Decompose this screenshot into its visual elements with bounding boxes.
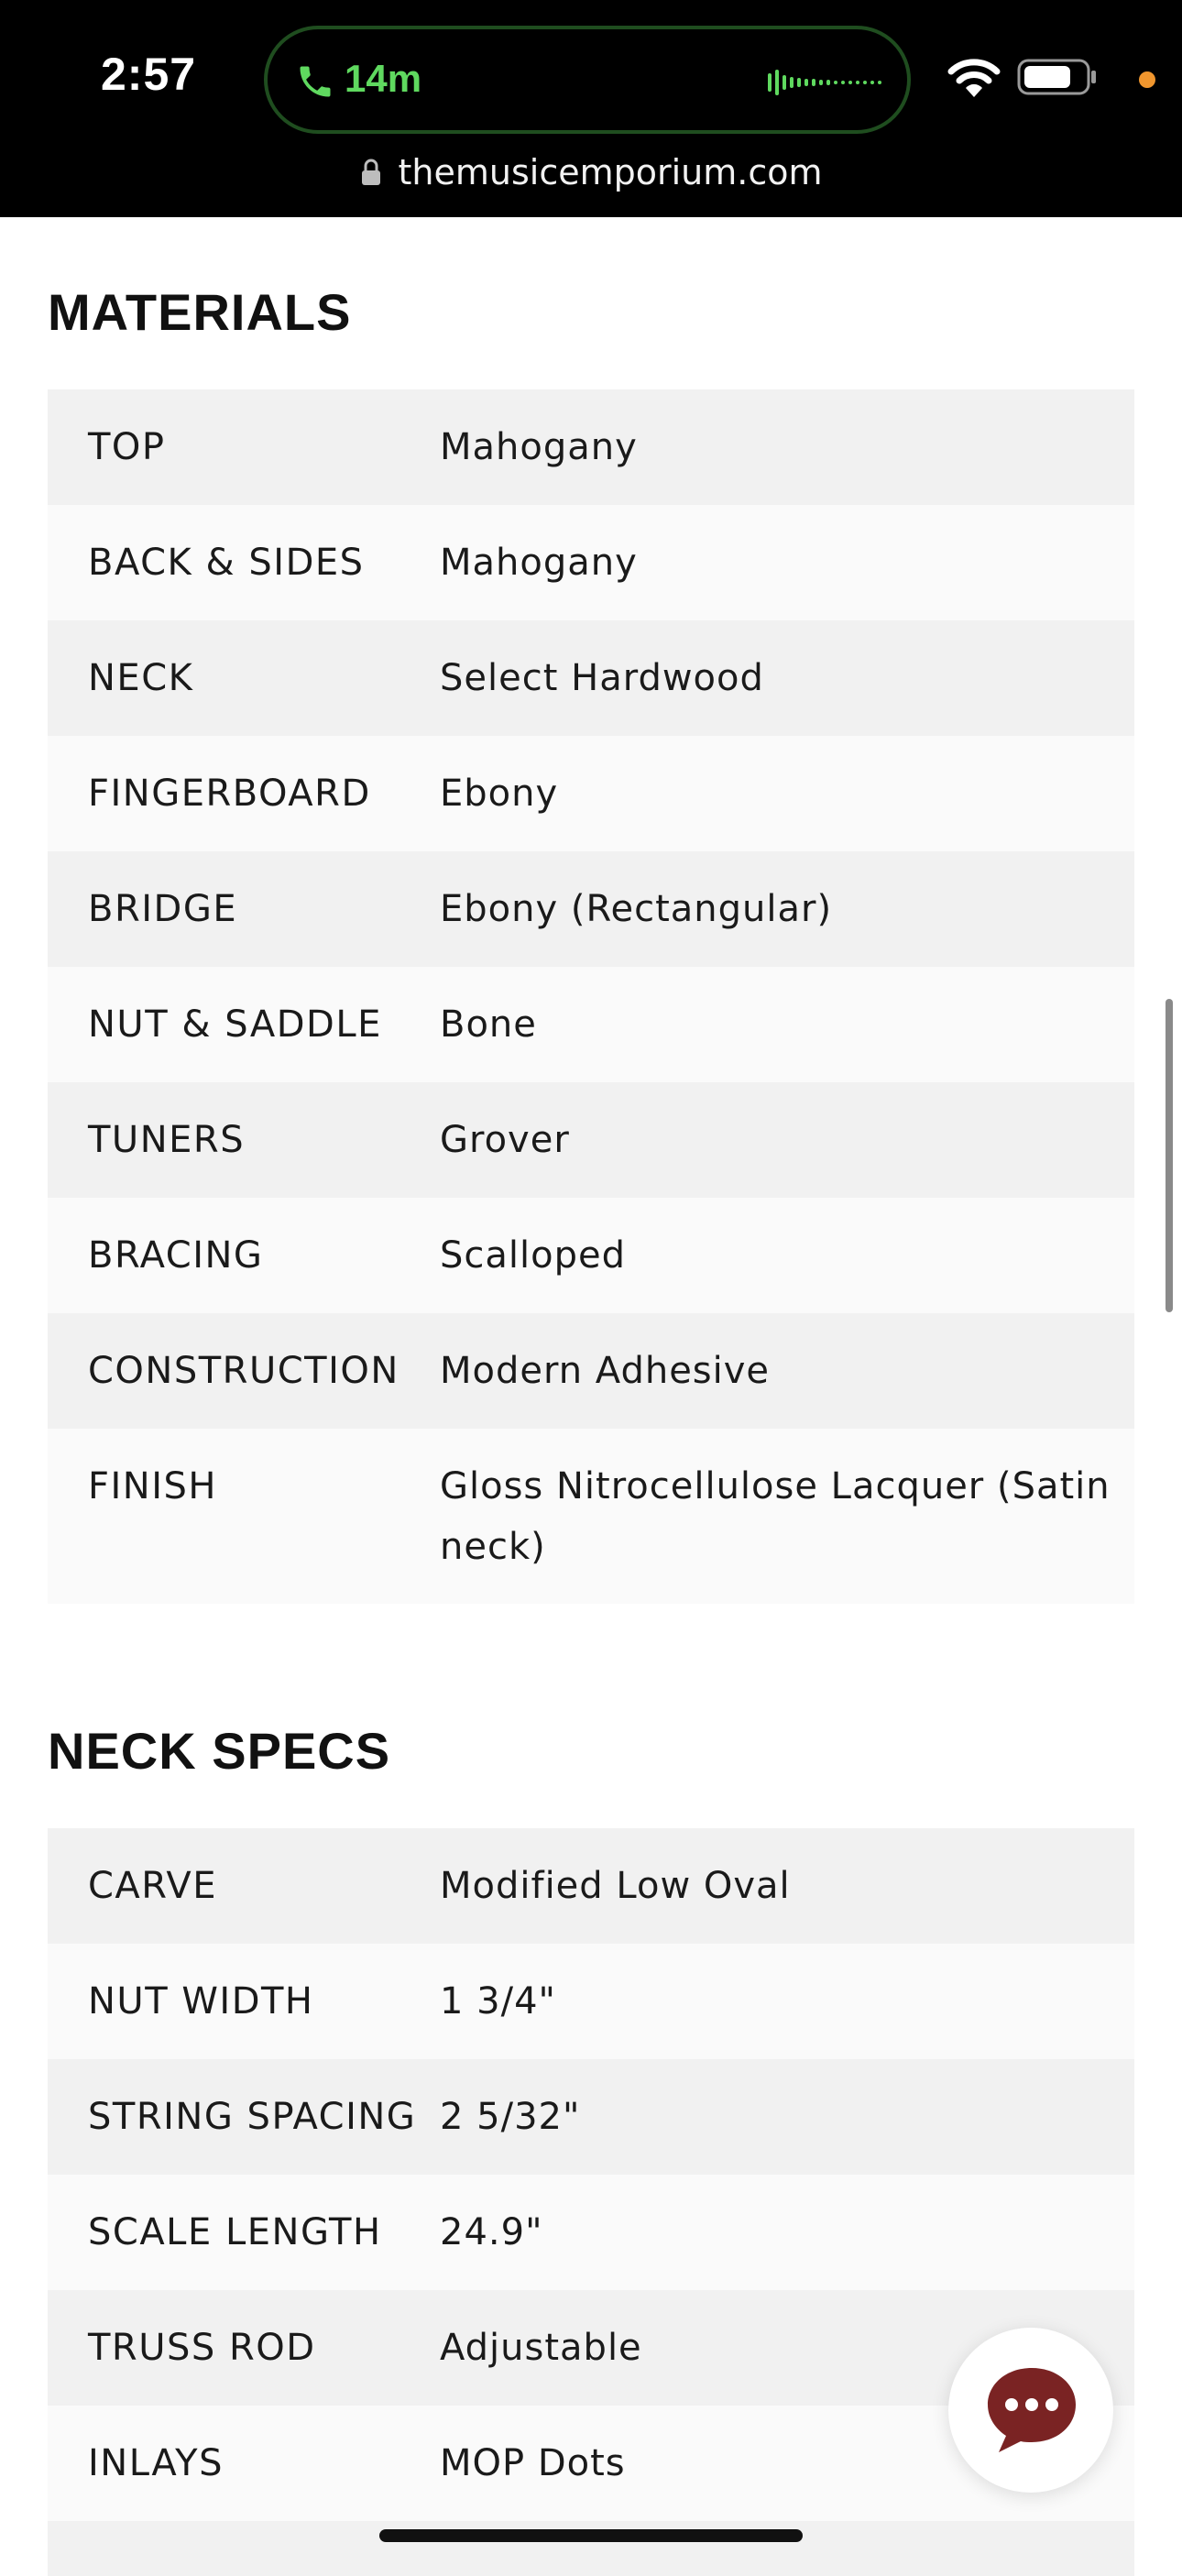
spec-value: Modern Adhesive (440, 1350, 771, 1392)
spec-label: TRUSS ROD (88, 2327, 316, 2369)
table-row: TUNERS Grover (48, 1082, 1134, 1198)
spec-label: FINGERBOARD (88, 773, 371, 815)
table-row: NUT WIDTH 1 3/4" (48, 1944, 1134, 2059)
status-time: 2:57 (101, 49, 197, 100)
privacy-indicator-dot (1139, 71, 1155, 88)
chat-bubble-icon (988, 2368, 1076, 2452)
spec-label: CONSTRUCTION (88, 1350, 399, 1392)
table-row: BACK & SIDES Mahogany (48, 505, 1134, 620)
spec-label: BRACING (88, 1234, 264, 1277)
scrollbar[interactable] (1166, 999, 1173, 1312)
spec-label: FINISH (88, 1465, 217, 1507)
spec-value: Modified Low Oval (440, 1865, 791, 1907)
table-row: NECK Select Hardwood (48, 620, 1134, 736)
status-bar: 2:57 14m themusicemporium.com (0, 0, 1182, 217)
spec-label: CARVE (88, 1865, 218, 1907)
spec-value: Mahogany (440, 426, 638, 468)
spec-label: TOP (88, 426, 166, 468)
battery-icon (1017, 59, 1096, 95)
spec-label: NUT WIDTH (88, 1980, 314, 2022)
table-row: NUT & SADDLE Bone (48, 967, 1134, 1082)
table-row: BRIDGE Ebony (Rectangular) (48, 851, 1134, 967)
table-row: STRING SPACING 2 5/32" (48, 2059, 1134, 2175)
spec-value: 24.9" (440, 2211, 543, 2253)
spec-label: STRING SPACING (88, 2096, 417, 2138)
wifi-icon (947, 59, 1001, 97)
table-row: TOP Mahogany (48, 389, 1134, 505)
active-call-pill[interactable]: 14m (264, 26, 911, 134)
table-row: BRACING Scalloped (48, 1198, 1134, 1313)
url-bar[interactable]: themusicemporium.com (0, 145, 1182, 200)
spec-value: Ebony (440, 773, 559, 815)
phone-icon (300, 66, 331, 97)
home-indicator[interactable] (379, 2529, 803, 2542)
waveform-icon (768, 70, 881, 95)
spec-value: Mahogany (440, 542, 638, 584)
spec-label: BRIDGE (88, 888, 238, 930)
spec-label: INLAYS (88, 2442, 224, 2484)
table-row: FINISH Gloss Nitrocellulose Lacquer (Sat… (48, 1429, 1134, 1604)
spec-value: Scalloped (440, 1234, 626, 1277)
spec-value: Gloss Nitrocellulose Lacquer (Satin neck… (440, 1465, 1111, 1568)
table-row: SCALE LENGTH 24.9" (48, 2175, 1134, 2290)
lock-icon (361, 159, 380, 185)
table-row: FINGERBOARD Ebony (48, 736, 1134, 851)
url-text: themusicemporium.com (398, 152, 823, 192)
spec-value: Select Hardwood (440, 657, 764, 699)
spec-value: Grover (440, 1119, 570, 1161)
spec-label: SCALE LENGTH (88, 2211, 382, 2253)
spec-label: NECK (88, 657, 194, 699)
call-duration: 14m (345, 57, 422, 100)
materials-table: TOP Mahogany BACK & SIDES Mahogany NECK … (48, 389, 1134, 1604)
table-row: CONSTRUCTION Modern Adhesive (48, 1313, 1134, 1429)
spec-label: NUT & SADDLE (88, 1003, 382, 1046)
spec-value: 2 5/32" (440, 2096, 581, 2138)
spec-label: TUNERS (88, 1119, 246, 1161)
chat-button[interactable] (948, 2328, 1113, 2493)
spec-value: 1 3/4" (440, 1980, 556, 2022)
spec-value: Bone (440, 1003, 537, 1046)
table-row: CARVE Modified Low Oval (48, 1828, 1134, 1944)
materials-heading: MATERIALS (48, 283, 352, 341)
spec-label: BACK & SIDES (88, 542, 365, 584)
neck-specs-heading: NECK SPECS (48, 1722, 391, 1780)
spec-value: Ebony (Rectangular) (440, 888, 833, 930)
